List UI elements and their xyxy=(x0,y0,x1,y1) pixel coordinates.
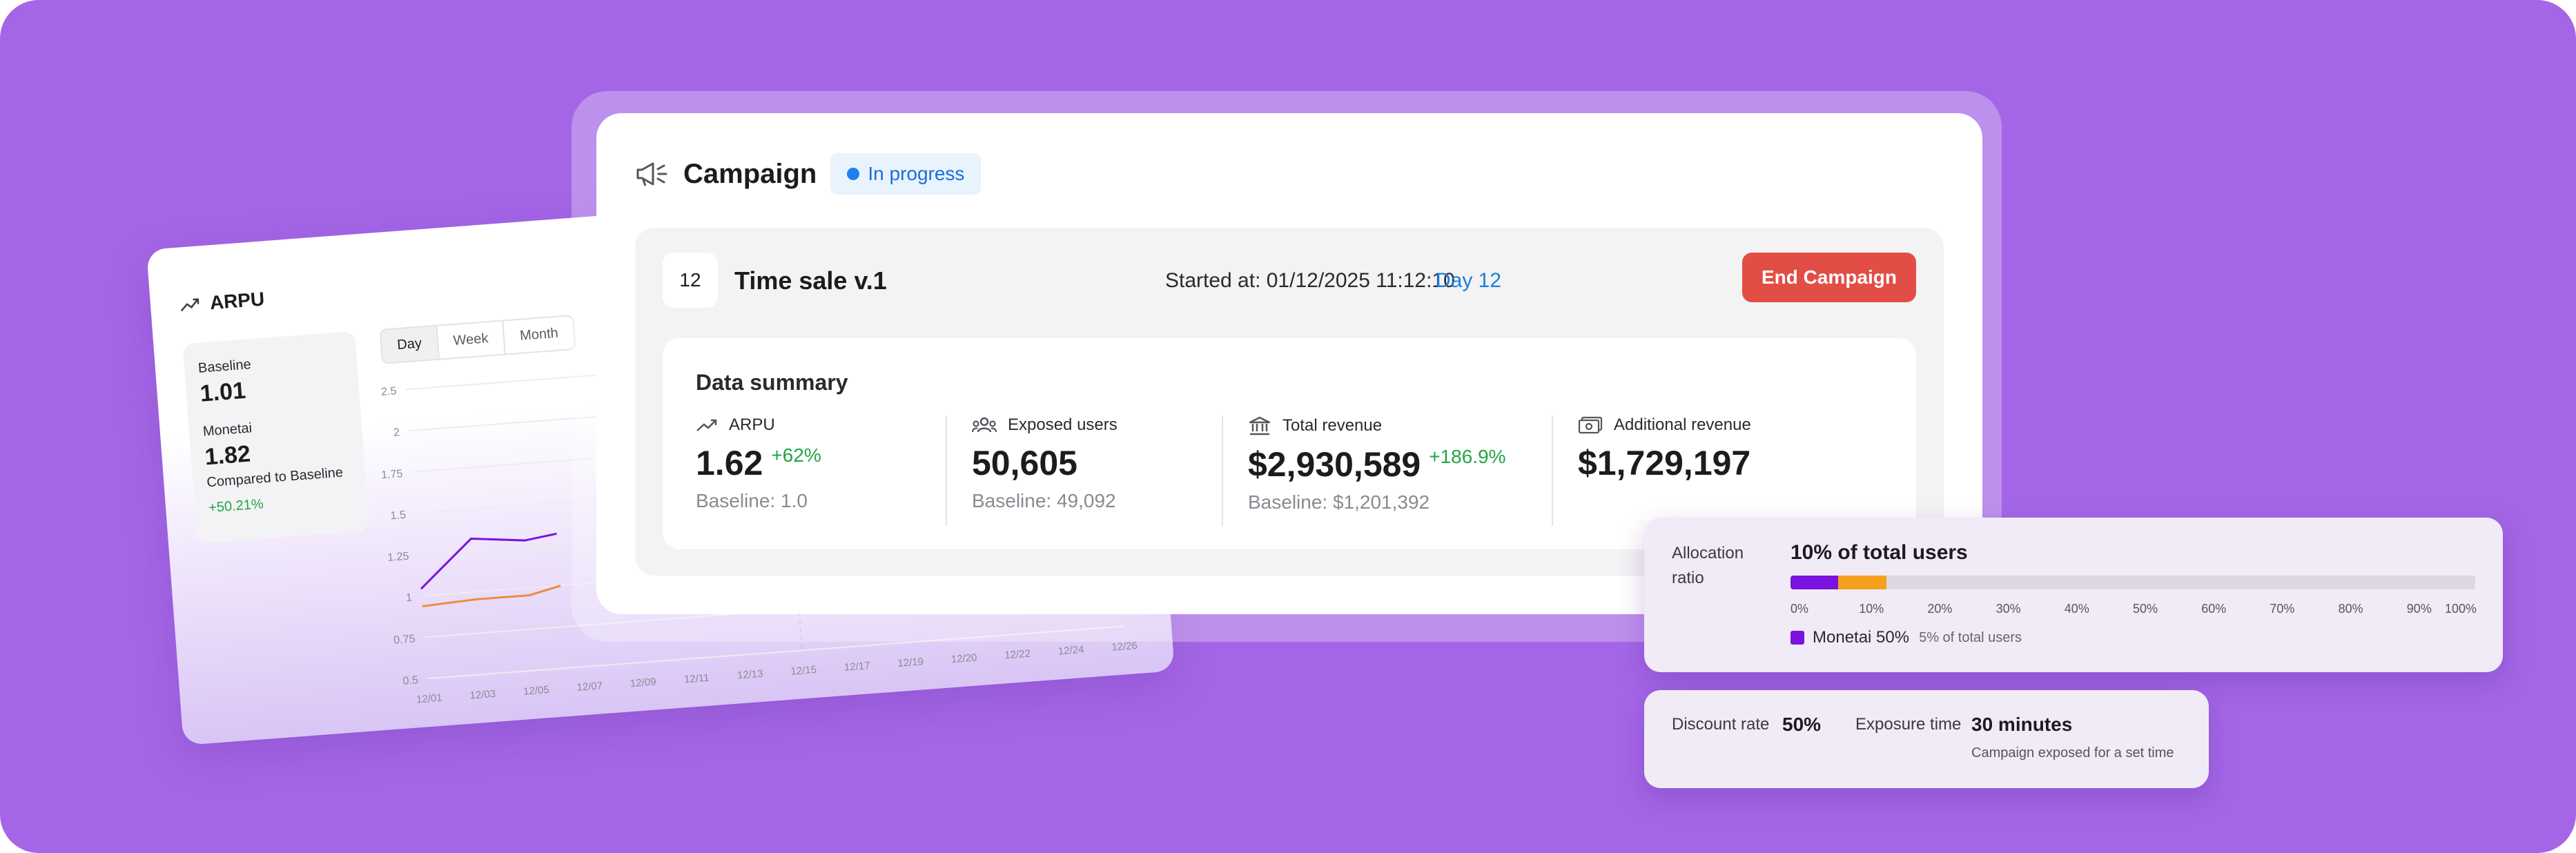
allocation-tick-label: 0% xyxy=(1790,602,1809,616)
legend-name: Monetai 50% xyxy=(1813,628,1910,647)
campaign-number: 12 xyxy=(663,253,718,308)
allocation-bar-other xyxy=(1838,576,1886,589)
y-tick-label: 2 xyxy=(393,426,400,439)
metric-total-revenue: Total revenue $2,930,589 +186.9% Baselin… xyxy=(1248,415,1506,526)
megaphone-icon xyxy=(636,162,667,186)
x-tick-label: 12/13 xyxy=(736,668,763,682)
allocation-tick-label: 70% xyxy=(2270,602,2295,616)
campaign-name: Time sale v.1 xyxy=(734,266,887,295)
legend-swatch xyxy=(1790,631,1804,645)
divider xyxy=(946,415,947,526)
legend-sub: 5% of total users xyxy=(1919,629,2022,645)
baseline-series-line xyxy=(422,585,561,607)
campaign-row: 12 Time sale v.1 Started at: 01/12/2025 … xyxy=(663,253,1916,308)
x-tick-label: 12/19 xyxy=(897,656,924,669)
tab-day[interactable]: Day xyxy=(380,326,438,363)
arpu-title: ARPU xyxy=(179,288,265,316)
x-tick-label: 12/22 xyxy=(1004,648,1031,662)
metric-change: +62% xyxy=(771,444,821,466)
metric-exposed-users: Exposed users 50,605 Baseline: 49,092 xyxy=(972,415,1118,526)
baseline-value: 1.01 xyxy=(199,377,247,407)
metric-value: 50,605 xyxy=(972,444,1077,482)
allocation-title: 10% of total users xyxy=(1790,541,1968,564)
metric-label: Total revenue xyxy=(1282,416,1383,435)
metric-additional-revenue: Additional revenue $1,729,197 xyxy=(1578,415,1759,526)
allocation-tick-label: 30% xyxy=(1996,602,2021,616)
monetai-series-line xyxy=(420,532,557,590)
exposure-value: 30 minutes xyxy=(1971,714,2073,735)
exposure-label: Exposure time xyxy=(1855,715,1962,734)
discount-label: Discount rate xyxy=(1672,715,1770,734)
metric-value: $1,729,197 xyxy=(1578,444,1751,482)
x-tick-label: 12/20 xyxy=(950,651,977,665)
x-tick-label: 12/09 xyxy=(630,676,656,689)
metric-label: Additional revenue xyxy=(1614,415,1751,434)
y-tick-label: 0.75 xyxy=(393,633,416,646)
y-tick-label: 1.75 xyxy=(381,468,403,481)
metric-baseline: Baseline: $1,201,392 xyxy=(1248,491,1430,513)
metric-value: $2,930,589 xyxy=(1248,445,1421,484)
tab-week[interactable]: Week xyxy=(436,321,505,359)
allocation-tick-label: 90% xyxy=(2406,602,2432,616)
x-tick-label: 12/07 xyxy=(576,680,603,694)
users-icon xyxy=(972,417,997,433)
x-tick-label: 12/03 xyxy=(469,688,496,702)
discount-card: Discount rate 50% Exposure time 30 minut… xyxy=(1644,690,2209,788)
range-segmented-control: Day Week Month xyxy=(379,314,576,364)
metric-value: 1.62 xyxy=(696,444,763,482)
allocation-legend: Monetai 50% 5% of total users xyxy=(1790,628,2022,647)
bank-icon xyxy=(1249,416,1271,435)
metric-arpu: ARPU 1.62 +62% Baseline: 1.0 xyxy=(696,415,821,526)
allocation-ticks: 0% 10% 20% 30% 40% 50% 60% 70% 80% 90% 100% xyxy=(1790,602,2477,620)
allocation-tick-label: 10% xyxy=(1859,602,1884,616)
campaign-title: Campaign xyxy=(683,158,817,189)
x-tick-label: 12/01 xyxy=(416,692,443,706)
status-dot xyxy=(847,168,860,180)
y-tick-label: 1.25 xyxy=(387,551,409,564)
status-badge: In progress xyxy=(830,153,982,195)
tab-month[interactable]: Month xyxy=(502,316,575,354)
metric-label: ARPU xyxy=(729,415,775,434)
allocation-label: Allocation ratio xyxy=(1672,544,1744,587)
x-tick-label: 12/11 xyxy=(683,672,710,686)
metric-change: +186.9% xyxy=(1429,446,1506,467)
x-tick-label: 12/15 xyxy=(790,664,817,678)
end-campaign-button[interactable]: End Campaign xyxy=(1742,253,1916,302)
background: ARPU Baseline 1.01 Monetai 1.82 Compared… xyxy=(0,0,2576,853)
day-counter: Day 12 xyxy=(1436,269,1502,292)
data-summary-title: Data summary xyxy=(696,370,848,395)
x-tick-label: 12/05 xyxy=(523,684,550,698)
status-text: In progress xyxy=(868,163,965,184)
discount-value: 50% xyxy=(1782,714,1822,735)
x-tick-label: 12/24 xyxy=(1057,644,1084,658)
arpu-title-text: ARPU xyxy=(208,288,266,314)
allocation-tick-label: 40% xyxy=(2064,602,2089,616)
allocation-tick-label: 60% xyxy=(2201,602,2227,616)
divider xyxy=(1552,415,1553,526)
allocation-card: Allocation ratio 10% of total users 0% 10… xyxy=(1644,518,2503,672)
y-tick-label: 1 xyxy=(405,592,412,605)
y-tick-label: 0.5 xyxy=(402,674,419,687)
metric-label: Exposed users xyxy=(1008,415,1118,434)
metric-baseline: Baseline: 49,092 xyxy=(972,490,1116,511)
allocation-tick-label: 20% xyxy=(1927,602,1953,616)
started-at: Started at: 01/12/2025 11:12:10 xyxy=(1165,269,1455,292)
arpu-stat-box: Baseline 1.01 Monetai 1.82 Compared to B… xyxy=(182,331,370,544)
exposure-note: Campaign exposed for a set time xyxy=(1971,745,2174,761)
trend-up-icon xyxy=(696,419,717,431)
allocation-tick-label: 100% xyxy=(2445,602,2477,616)
allocation-tick-label: 80% xyxy=(2338,602,2363,616)
metric-baseline: Baseline: 1.0 xyxy=(696,490,808,511)
trend-up-icon xyxy=(180,298,199,312)
x-tick-label: 12/17 xyxy=(843,660,870,674)
money-icon xyxy=(1578,416,1603,434)
allocation-bar-monetai xyxy=(1790,576,1839,589)
allocation-bar xyxy=(1790,576,2475,589)
campaign-header: Campaign In progress xyxy=(635,152,982,196)
allocation-tick-label: 50% xyxy=(2133,602,2158,616)
y-tick-label: 1.5 xyxy=(390,509,407,522)
compared-pct: +50.21% xyxy=(208,496,264,516)
y-tick-label: 2.5 xyxy=(381,385,398,398)
divider xyxy=(1222,415,1223,526)
